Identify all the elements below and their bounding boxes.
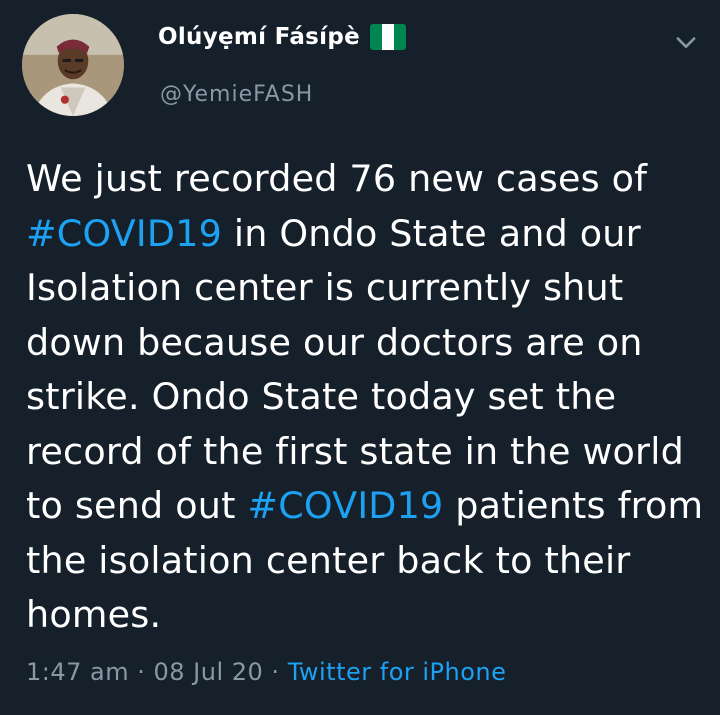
tweet-date[interactable]: 08 Jul 20: [154, 658, 264, 686]
meta-separator: ·: [263, 658, 288, 686]
tweet-time[interactable]: 1:47 am: [26, 658, 129, 686]
hashtag-link[interactable]: #COVID19: [26, 212, 222, 255]
profile-photo: [22, 14, 124, 116]
tweet-source-link[interactable]: Twitter for iPhone: [288, 658, 507, 686]
meta-separator: ·: [129, 658, 154, 686]
hashtag-link[interactable]: #COVID19: [247, 484, 443, 527]
tweet-text-part: We just recorded 76 new cases of: [26, 157, 648, 200]
tweet-text-part: in Ondo State and our Isolation center i…: [26, 211, 684, 528]
tweet-meta: 1:47 am · 08 Jul 20 · Twitter for iPhone: [26, 658, 506, 686]
tweet-text: We just recorded 76 new cases of #COVID1…: [26, 152, 706, 643]
chevron-down-icon[interactable]: [672, 28, 700, 56]
avatar[interactable]: [22, 14, 124, 116]
author-name[interactable]: Olúyẹmí Fásípè: [158, 24, 406, 50]
nigeria-flag-icon: [369, 24, 406, 50]
author-handle[interactable]: @YemieFASH: [160, 82, 313, 107]
author-name-text: Olúyẹmí Fásípè: [158, 24, 360, 50]
tweet-card: Olúyẹmí Fásípè @YemieFASH We just record…: [0, 0, 720, 715]
